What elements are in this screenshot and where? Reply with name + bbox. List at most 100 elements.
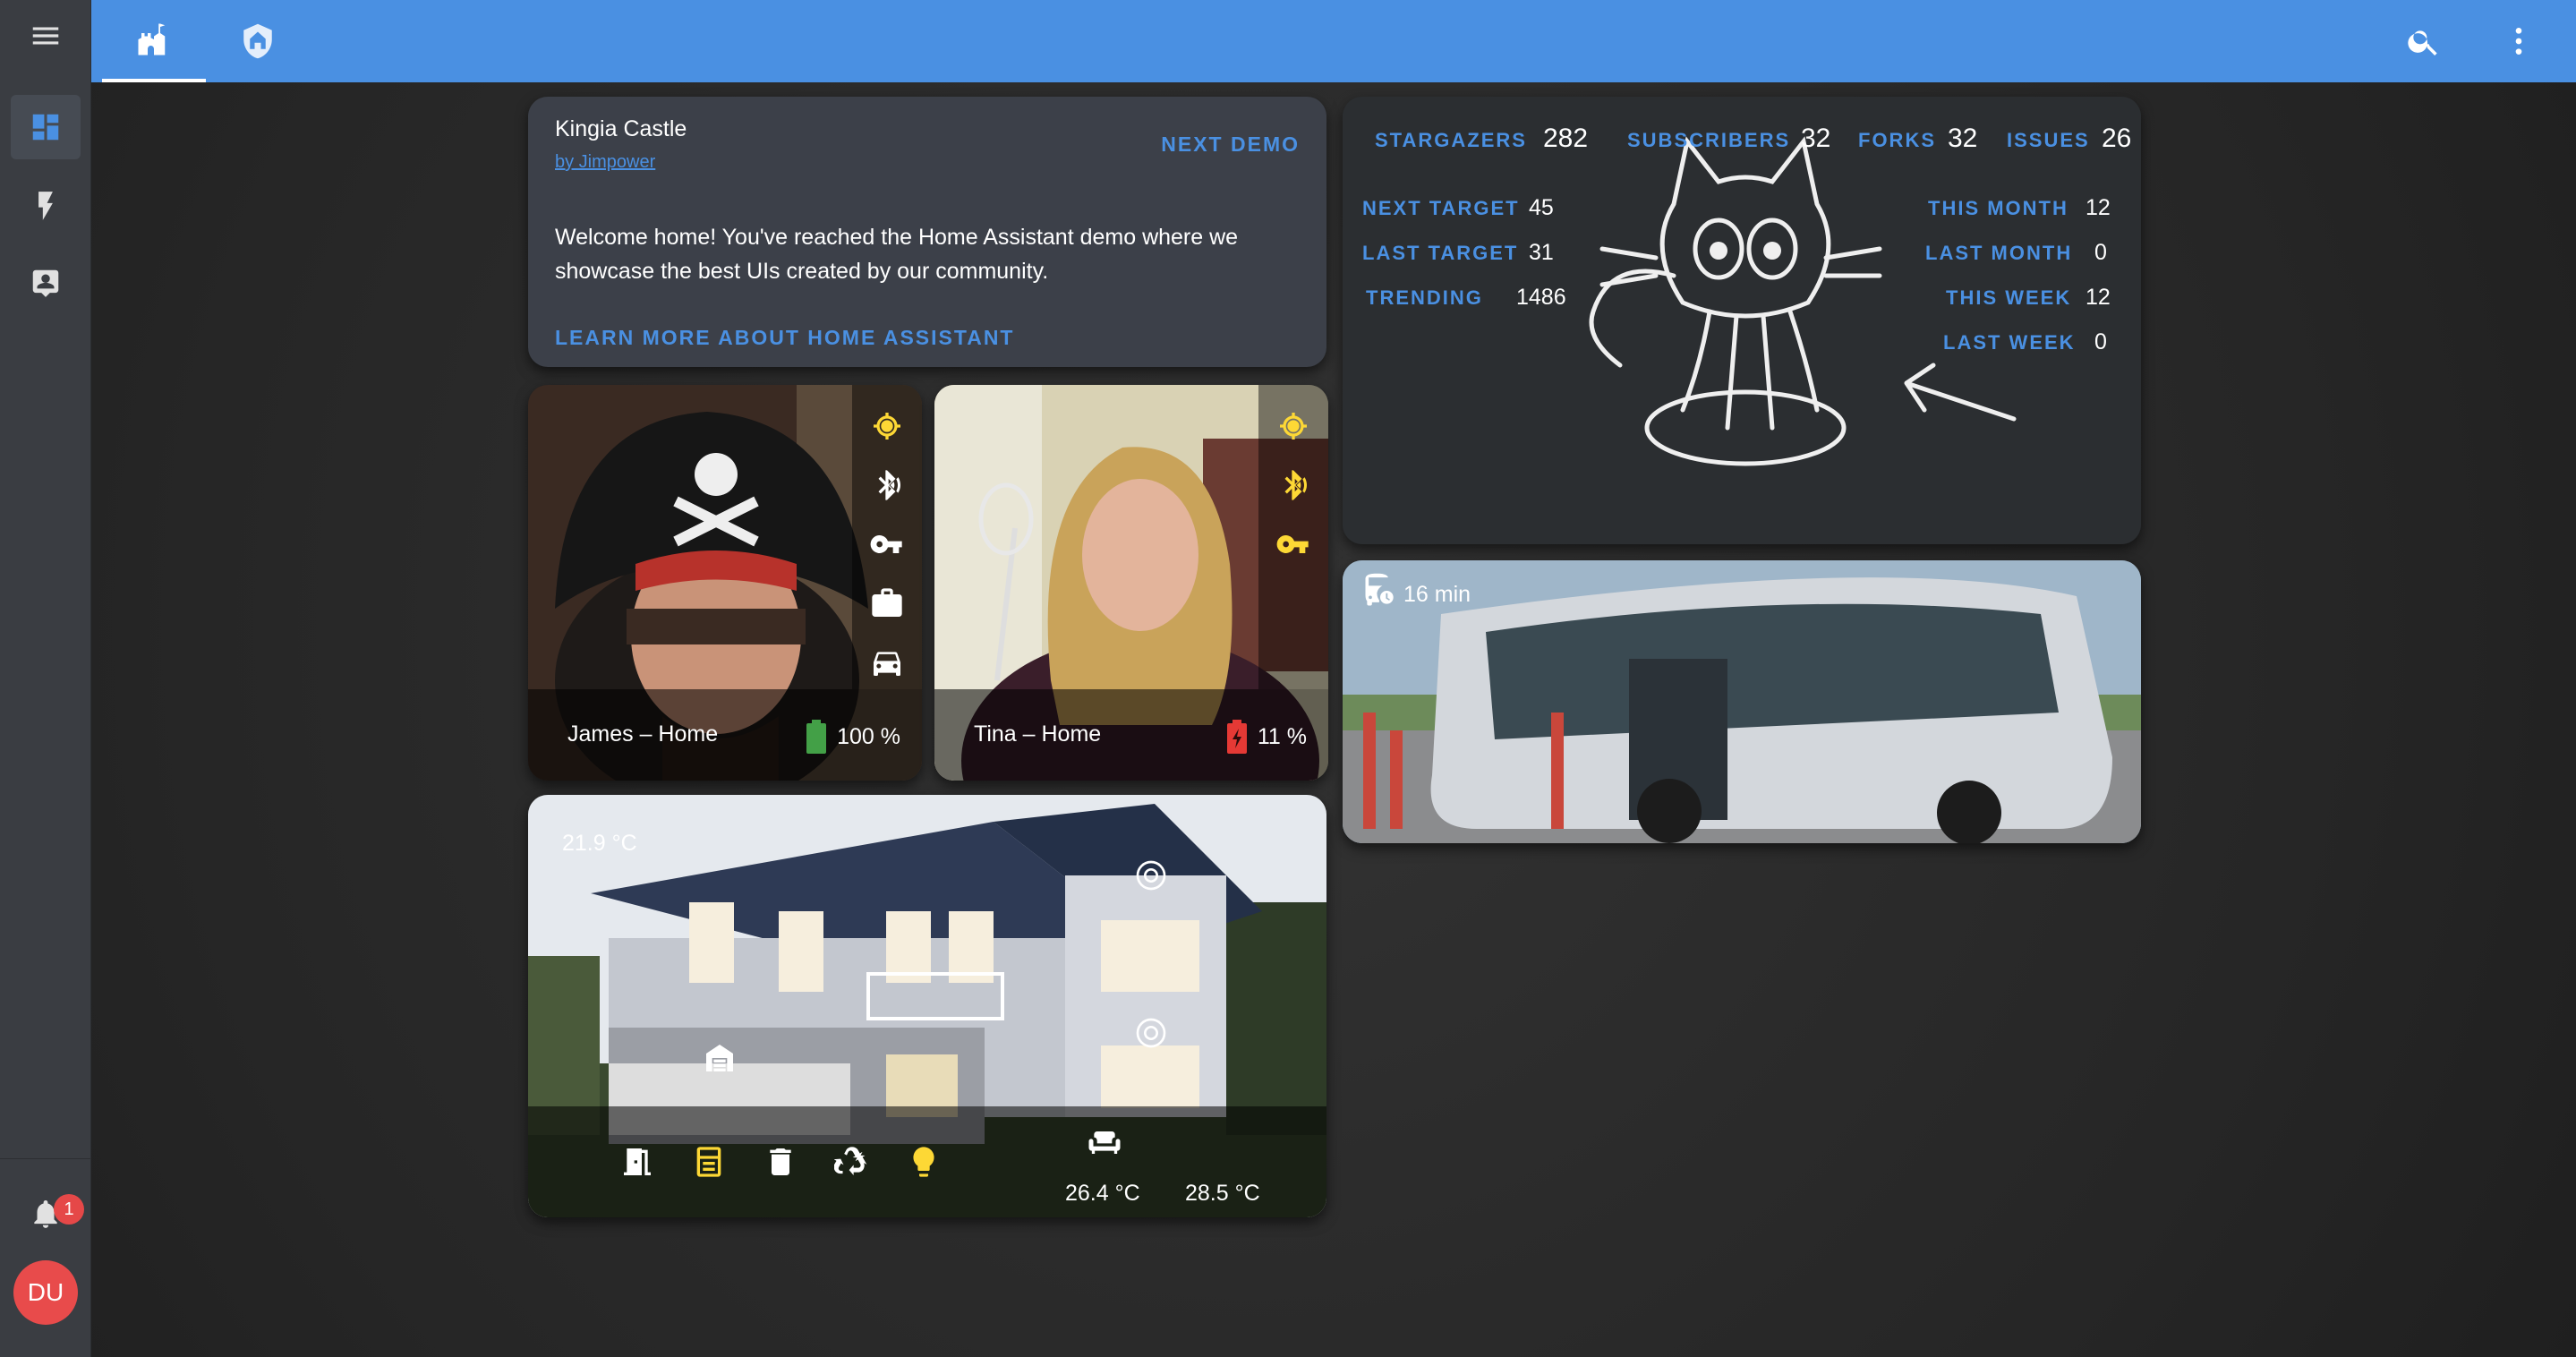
smoke-detector-icon <box>1136 860 1166 891</box>
smoke-detector-bottom[interactable] <box>1130 1011 1173 1054</box>
bluetooth-status[interactable] <box>1274 465 1313 505</box>
sofa-button[interactable] <box>1083 1119 1126 1162</box>
crosshairs-gps-icon <box>874 413 900 440</box>
person-icons-tina <box>1258 385 1328 689</box>
last-target-label: LAST TARGET <box>1362 242 1519 264</box>
last-target-value: 31 <box>1529 240 1554 265</box>
key-status[interactable] <box>867 525 907 564</box>
issues-value: 26 <box>2102 124 2132 153</box>
sidebar-item-profile[interactable] <box>11 251 81 315</box>
person-name: Tina – Home <box>974 721 1102 747</box>
living-room-temperature: 26.4 °C <box>1065 1181 1140 1206</box>
bluetooth-status[interactable] <box>867 465 907 505</box>
gps-status[interactable] <box>1274 406 1313 446</box>
trending-value: 1486 <box>1516 285 1566 310</box>
dots-vertical-icon <box>2515 28 2522 55</box>
next-target-label: NEXT TARGET <box>1362 197 1520 219</box>
washer-button[interactable] <box>687 1140 730 1183</box>
battery-value: 100 % <box>837 723 900 749</box>
washing-machine-icon <box>696 1147 721 1177</box>
bus-clock <box>1361 571 1403 614</box>
house-card[interactable]: 21.9 °C 26.4 °C 28.5 °C <box>528 795 1326 1217</box>
stargazers-value: 282 <box>1543 124 1589 153</box>
last-month-label: LAST MONTH <box>1925 242 2073 264</box>
sidebar-item-overview[interactable] <box>11 95 81 159</box>
recycle-icon <box>834 1147 867 1175</box>
bus-arrival-time: 16 min <box>1403 582 1471 607</box>
person-footer-james: James – Home 100 % <box>528 689 922 781</box>
gps-status[interactable] <box>867 406 907 446</box>
person-name: James – Home <box>567 721 719 747</box>
tab-home-security[interactable] <box>206 0 310 82</box>
garage-icon <box>706 1045 733 1071</box>
github-stats-card[interactable]: STARGAZERS 282 SUBSCRIBERS 32 FORKS 32 I… <box>1343 97 2141 544</box>
tab-castle[interactable] <box>102 0 206 82</box>
door-icon <box>624 1148 651 1175</box>
home-shield-icon <box>243 23 272 59</box>
search-button[interactable] <box>2401 18 2447 64</box>
person-card-james[interactable]: James – Home 100 % <box>528 385 922 781</box>
forks-value: 32 <box>1948 124 1978 153</box>
bluetooth-audio-icon <box>1284 470 1307 500</box>
next-demo-button[interactable]: NEXT DEMO <box>1161 132 1300 157</box>
trash-button[interactable] <box>759 1140 802 1183</box>
author-link[interactable]: by Jimpower <box>555 152 655 173</box>
light-button[interactable] <box>902 1140 945 1183</box>
app-header <box>91 0 2576 82</box>
person-footer-tina: Tina – Home 11 % <box>934 689 1328 781</box>
bus-card[interactable]: 16 min <box>1343 560 2141 843</box>
sidebar-divider <box>0 1158 91 1159</box>
this-week-value: 12 <box>2086 285 2111 310</box>
key-icon <box>870 535 902 553</box>
menu-icon <box>32 27 59 45</box>
other-room-temperature: 28.5 °C <box>1185 1181 1260 1206</box>
person-icons-james <box>852 385 922 689</box>
search-icon <box>2408 30 2437 55</box>
bluetooth-audio-icon <box>878 470 900 500</box>
last-month-value: 0 <box>2094 240 2107 265</box>
this-week-label: THIS WEEK <box>1946 286 2072 309</box>
this-month-value: 12 <box>2086 195 2111 220</box>
last-week-label: LAST WEEK <box>1943 331 2076 354</box>
trending-label: TRENDING <box>1366 286 1483 309</box>
battery-alert-icon <box>1226 720 1247 754</box>
briefcase-status[interactable] <box>867 584 907 623</box>
intro-title: Kingia Castle <box>555 116 687 141</box>
stargazers-label: STARGAZERS <box>1375 129 1527 151</box>
sofa-icon <box>1088 1131 1121 1154</box>
house-controls-bar: 26.4 °C 28.5 °C <box>528 1106 1326 1217</box>
smoke-detector-top[interactable] <box>1130 854 1173 897</box>
battery-status: 11 % <box>1226 720 1307 754</box>
key-icon <box>1276 535 1309 553</box>
user-avatar[interactable]: DU <box>13 1260 78 1325</box>
dashboard-icon <box>32 114 59 141</box>
car-status[interactable] <box>867 643 907 682</box>
key-status[interactable] <box>1274 525 1313 564</box>
smoke-detector-icon <box>1136 1018 1166 1048</box>
notification-badge: 1 <box>54 1194 84 1225</box>
menu-button[interactable] <box>11 4 81 68</box>
door-button[interactable] <box>616 1140 659 1183</box>
person-card-tina[interactable]: Tina – Home 11 % <box>934 385 1328 781</box>
learn-more-link[interactable]: LEARN MORE ABOUT HOME ASSISTANT <box>555 326 1014 350</box>
octocat-chalkboard <box>1343 97 2141 544</box>
crosshairs-gps-icon <box>1280 413 1307 440</box>
intro-card: Kingia Castle by Jimpower NEXT DEMO Welc… <box>528 97 1326 367</box>
issues-label: ISSUES <box>2007 129 2090 151</box>
battery-status: 100 % <box>806 720 900 754</box>
account-box-icon <box>32 269 59 297</box>
sidebar-item-energy[interactable] <box>11 174 81 238</box>
sidebar: 1 DU <box>0 0 91 1357</box>
overflow-menu-button[interactable] <box>2495 18 2542 64</box>
next-target-value: 45 <box>1529 195 1554 220</box>
battery-value: 11 % <box>1257 723 1307 749</box>
castle-icon <box>138 23 166 55</box>
last-week-value: 0 <box>2094 329 2107 354</box>
battery-full-icon <box>806 720 827 754</box>
garage-door[interactable] <box>698 1037 741 1080</box>
trash-icon <box>770 1148 791 1175</box>
recycle-button[interactable] <box>831 1140 874 1183</box>
forks-label: FORKS <box>1858 129 1936 151</box>
this-month-label: THIS MONTH <box>1928 197 2068 219</box>
subscribers-value: 32 <box>1801 124 1831 153</box>
